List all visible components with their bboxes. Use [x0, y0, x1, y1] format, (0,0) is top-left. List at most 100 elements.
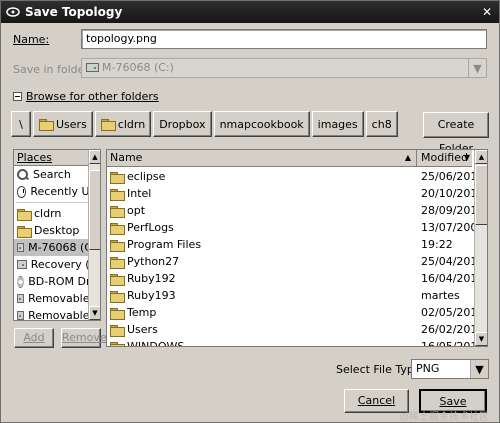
collapse-icon — [13, 92, 22, 101]
title-bar: Save Topology ✕ — [1, 1, 499, 23]
file-name-cell: Intel — [107, 187, 418, 201]
path-root-button[interactable]: \ — [11, 111, 31, 137]
folder-icon — [110, 273, 125, 286]
file-name: Users — [127, 323, 158, 336]
remove-button[interactable]: Remove — [61, 328, 107, 348]
file-modified: 26/02/2012 — [421, 323, 485, 336]
create-folder-button[interactable]: Create Folder — [423, 112, 489, 155]
file-list-header: Name ▲ Modified ▼ — [107, 150, 472, 167]
scroll-down-icon[interactable]: ▼ — [475, 332, 487, 346]
window-title: Save Topology — [25, 5, 123, 19]
chevron-down-icon: ▼ — [468, 59, 486, 77]
folder-icon — [110, 222, 125, 235]
path-crumb-dropbox[interactable]: Dropbox — [153, 111, 212, 137]
folder-icon — [110, 307, 125, 320]
file-name: Ruby192 — [127, 272, 176, 285]
file-name-cell: Program Files — [107, 238, 418, 252]
path-crumb-images[interactable]: images — [311, 111, 364, 137]
file-name-cell: Ruby193 — [107, 289, 418, 303]
table-row[interactable]: Intel 20/10/2010 — [107, 185, 484, 202]
places-panel: Places Search Recently U... cldrn Deskto… — [13, 149, 101, 321]
table-row[interactable]: eclipse 25/06/2012 — [107, 168, 485, 185]
path-crumb-ch8[interactable]: ch8 — [365, 111, 398, 137]
folder-icon — [110, 256, 125, 269]
table-row[interactable]: WINDOWS 16/05/2012 — [107, 338, 485, 347]
folder-icon — [39, 119, 54, 131]
file-modified: 02/05/2012 — [421, 306, 485, 319]
drive-icon — [17, 294, 25, 303]
disc-icon — [17, 275, 25, 288]
file-modified: 19:22 — [421, 238, 453, 251]
file-name: opt — [127, 204, 146, 217]
file-name: PerfLogs — [127, 221, 174, 234]
folder-icon — [110, 239, 125, 252]
file-type-value: PNG — [416, 362, 440, 375]
drive-icon — [86, 63, 99, 72]
file-name: eclipse — [127, 170, 166, 183]
file-modified: 16/04/2011 — [421, 272, 485, 285]
column-header-modified[interactable]: Modified ▼ — [418, 150, 472, 167]
name-input[interactable]: topology.png — [81, 29, 487, 49]
drive-icon — [17, 260, 27, 269]
folder-icon — [17, 225, 32, 238]
file-name-cell: PerfLogs — [107, 221, 418, 235]
file-name: Python27 — [127, 255, 180, 268]
folder-icon — [110, 324, 125, 337]
table-row[interactable]: Ruby192 16/04/2011 — [107, 270, 485, 287]
drive-icon — [17, 243, 25, 252]
table-row[interactable]: Python27 25/04/2012 — [107, 253, 484, 270]
browse-expander[interactable]: Browse for other folders — [13, 90, 159, 103]
scroll-up-icon[interactable]: ▲ — [89, 150, 100, 164]
sort-arrow-icon: ▼ — [463, 153, 470, 162]
column-header-name[interactable]: Name ▲ — [107, 150, 417, 167]
file-name: WINDOWS — [127, 340, 185, 347]
file-name: Temp — [127, 306, 157, 319]
recent-icon — [17, 185, 27, 198]
table-row[interactable]: Ruby193 martes — [107, 287, 472, 304]
file-modified: martes — [421, 289, 460, 302]
save-in-folder-value: M-76068 (C:) — [102, 61, 174, 74]
folder-icon — [110, 188, 125, 201]
add-button[interactable]: Add — [14, 328, 54, 348]
file-modified: 28/09/2011 — [421, 204, 485, 217]
file-modified: 16/05/2012 — [421, 340, 485, 347]
close-icon[interactable]: ✕ — [479, 4, 495, 20]
places-separator — [16, 202, 98, 203]
scroll-up-icon[interactable]: ▲ — [475, 150, 487, 164]
save-in-folder-combo[interactable]: M-76068 (C:) ▼ — [81, 58, 487, 78]
folder-icon — [110, 205, 125, 218]
file-name: Ruby193 — [127, 289, 176, 302]
file-list-scroll-thumb[interactable] — [475, 165, 487, 225]
file-name: Intel — [127, 187, 152, 200]
table-row[interactable]: Program Files 19:22 — [107, 236, 472, 253]
places-scrollbar[interactable]: ▲ ▼ — [88, 150, 100, 320]
folder-icon — [110, 171, 125, 184]
file-name-cell: Python27 — [107, 255, 418, 269]
drive-icon — [17, 311, 25, 320]
table-row[interactable]: Users 26/02/2012 — [107, 321, 485, 338]
path-crumb-cldrn[interactable]: cldrn — [94, 111, 152, 137]
table-row[interactable]: Temp 02/05/2012 — [107, 304, 485, 321]
sort-arrow-icon: ▲ — [404, 153, 411, 162]
path-crumb-users[interactable]: Users — [33, 111, 93, 137]
path-crumb-nmapcookbook[interactable]: nmapcookbook — [213, 111, 310, 137]
name-label: Name: — [13, 33, 50, 46]
path-bar: \ Users cldrn Dropbox nmapcookbook image… — [11, 111, 400, 137]
folder-icon — [110, 341, 125, 346]
file-name-cell: Users — [107, 323, 418, 337]
file-list-scrollbar[interactable]: ▲ ▼ — [474, 150, 487, 346]
file-modified: 25/06/2012 — [421, 170, 485, 183]
places-scroll-thumb[interactable] — [89, 170, 100, 250]
folder-icon — [17, 208, 32, 221]
file-list: Name ▲ Modified ▼ eclipse 25/06/2012 Intel 20… — [106, 149, 488, 347]
table-row[interactable]: opt 28/09/2011 — [107, 202, 485, 219]
file-name: Program Files — [127, 238, 202, 251]
file-name-cell: eclipse — [107, 170, 418, 184]
table-row[interactable]: PerfLogs 13/07/2009 — [107, 219, 485, 236]
file-modified: 13/07/2009 — [421, 221, 485, 234]
search-icon — [17, 168, 29, 181]
file-type-combo[interactable]: PNG ▼ — [411, 359, 489, 379]
scroll-down-icon[interactable]: ▼ — [89, 306, 100, 320]
window-menu-icon[interactable] — [5, 4, 21, 20]
file-name-cell: Ruby192 — [107, 272, 418, 286]
